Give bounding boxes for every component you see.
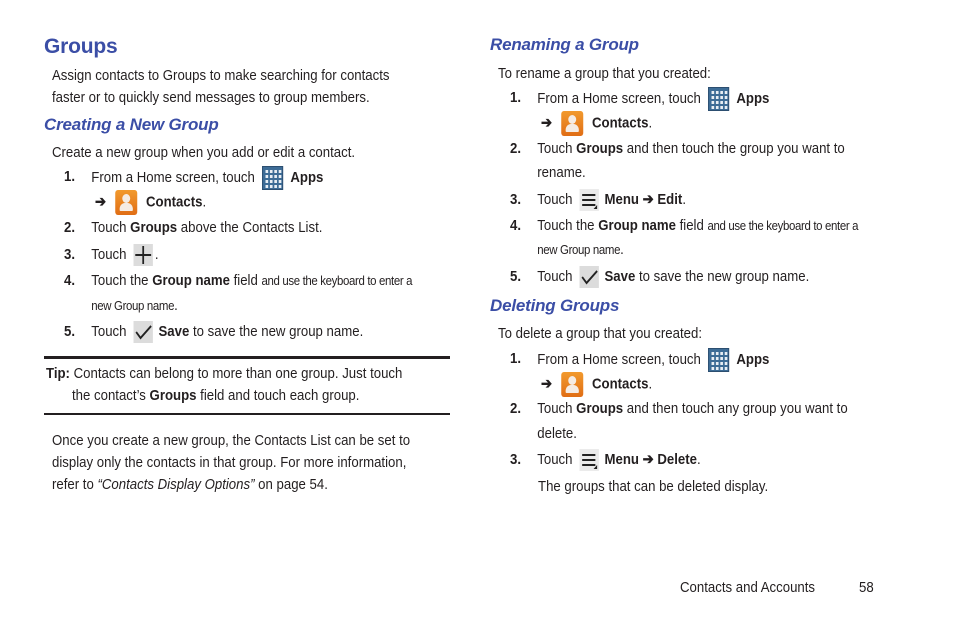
arrow-icon: ➔ — [541, 114, 553, 132]
arrow-icon: ➔ — [95, 193, 107, 211]
apps-grid-icon — [262, 166, 284, 190]
menu-icon — [579, 189, 600, 212]
contacts-person-icon — [115, 190, 138, 215]
plus-icon — [133, 244, 154, 267]
contacts-display-options-link[interactable]: “Contacts Display Options” — [97, 476, 254, 493]
apps-grid-icon — [708, 348, 730, 372]
renaming-step-1-contacts: ➔ Contacts. — [541, 111, 652, 136]
tip-line-1: Tip: Contacts can belong to more than on… — [46, 365, 403, 382]
tip-rule-top — [44, 356, 450, 359]
footer-page-number: 58 — [859, 579, 874, 596]
tip-rule-bottom — [44, 413, 450, 415]
creating-step-1-contacts: ➔ Contacts. — [95, 190, 206, 215]
tip-label: Tip: — [46, 365, 70, 382]
apps-label: Apps — [290, 168, 324, 186]
deleting-step-1-contacts: ➔ Contacts. — [541, 372, 652, 397]
note-line-1: Once you create a new group, the Contact… — [52, 432, 411, 449]
checkmark-icon — [579, 266, 600, 289]
intro-line-1: Assign contacts to Groups to make search… — [52, 67, 390, 84]
checkmark-icon — [133, 321, 154, 344]
intro-line-2: faster or to quickly send messages to gr… — [52, 89, 370, 106]
contacts-person-icon — [561, 111, 584, 136]
menu-icon — [579, 449, 600, 472]
deleting-intro: To delete a group that you created: — [498, 325, 703, 342]
note-line-2: display only the contacts in that group.… — [52, 454, 407, 471]
creating-intro: Create a new group when you add or edit … — [52, 144, 356, 161]
heading-creating-new-group: Creating a New Group — [44, 115, 219, 134]
heading-renaming-group: Renaming a Group — [490, 35, 639, 54]
arrow-icon: ➔ — [541, 375, 553, 393]
deleting-result: The groups that can be deleted display. — [538, 478, 769, 495]
footer-section: Contacts and Accounts — [680, 579, 816, 596]
contacts-person-icon — [561, 372, 584, 397]
renaming-intro: To rename a group that you created: — [498, 65, 711, 82]
note-line-3: refer to “Contacts Display Options” on p… — [52, 476, 328, 493]
tip-line-2: the contact’s Groups field and touch eac… — [72, 387, 360, 404]
heading-deleting-groups: Deleting Groups — [490, 296, 620, 315]
page-title: Groups — [44, 35, 118, 58]
apps-grid-icon — [708, 87, 730, 111]
